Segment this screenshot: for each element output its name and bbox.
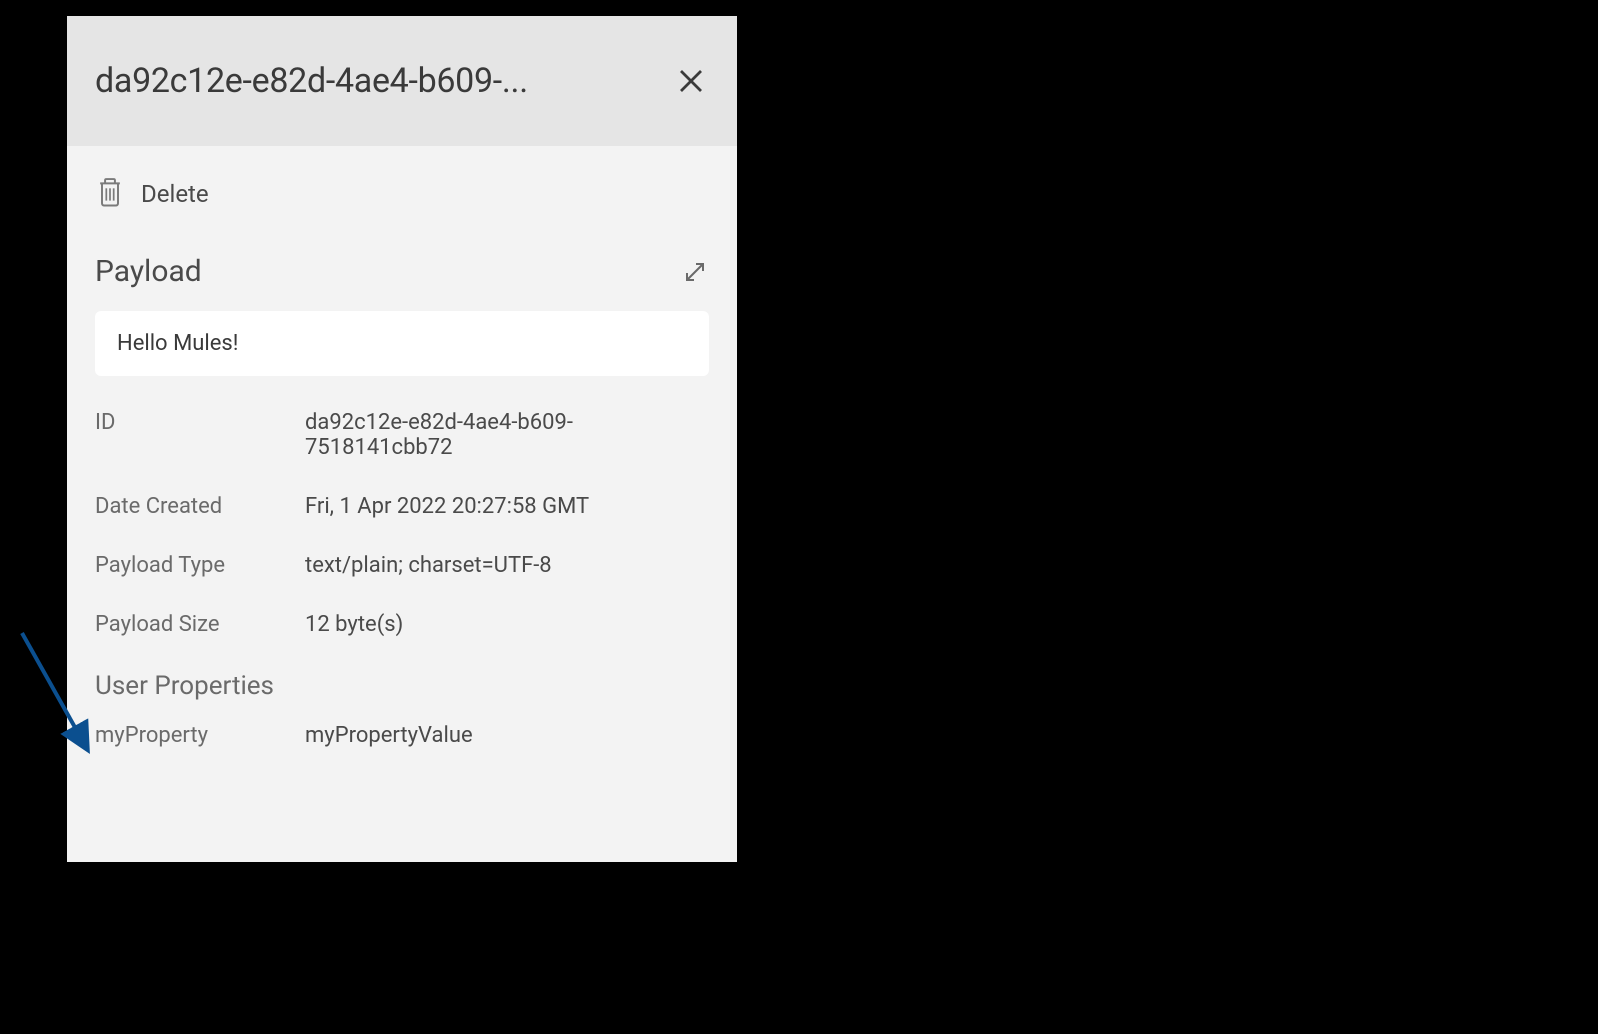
panel-body: Delete Payload Hello Mules! ID da92c12e-… <box>67 146 737 778</box>
payload-section-header: Payload <box>95 254 709 289</box>
close-button[interactable] <box>673 63 709 99</box>
payload-section-title: Payload <box>95 254 202 289</box>
trash-icon <box>95 176 125 212</box>
user-property-row: myProperty myPropertyValue <box>95 723 709 748</box>
id-label: ID <box>95 410 305 460</box>
delete-label: Delete <box>141 180 209 208</box>
detail-row-date-created: Date Created Fri, 1 Apr 2022 20:27:58 GM… <box>95 494 709 519</box>
payload-type-label: Payload Type <box>95 553 305 578</box>
expand-button[interactable] <box>681 258 709 286</box>
user-property-value: myPropertyValue <box>305 723 473 748</box>
id-value: da92c12e-e82d-4ae4-b609-7518141cbb72 <box>305 410 709 460</box>
user-properties-title: User Properties <box>95 671 709 701</box>
date-created-label: Date Created <box>95 494 305 519</box>
message-detail-panel: da92c12e-e82d-4ae4-b609-... Delete <box>67 16 737 862</box>
user-property-key: myProperty <box>95 723 305 748</box>
payload-content: Hello Mules! <box>117 331 687 356</box>
payload-size-value: 12 byte(s) <box>305 612 709 637</box>
date-created-value: Fri, 1 Apr 2022 20:27:58 GMT <box>305 494 709 519</box>
delete-button[interactable]: Delete <box>95 176 709 212</box>
payload-size-label: Payload Size <box>95 612 305 637</box>
panel-title: da92c12e-e82d-4ae4-b609-... <box>95 61 653 101</box>
payload-content-box: Hello Mules! <box>95 311 709 376</box>
payload-type-value: text/plain; charset=UTF-8 <box>305 553 709 578</box>
close-icon <box>676 66 706 96</box>
expand-icon <box>683 260 707 284</box>
panel-header: da92c12e-e82d-4ae4-b609-... <box>67 16 737 146</box>
detail-row-payload-type: Payload Type text/plain; charset=UTF-8 <box>95 553 709 578</box>
detail-row-id: ID da92c12e-e82d-4ae4-b609-7518141cbb72 <box>95 410 709 460</box>
detail-row-payload-size: Payload Size 12 byte(s) <box>95 612 709 637</box>
